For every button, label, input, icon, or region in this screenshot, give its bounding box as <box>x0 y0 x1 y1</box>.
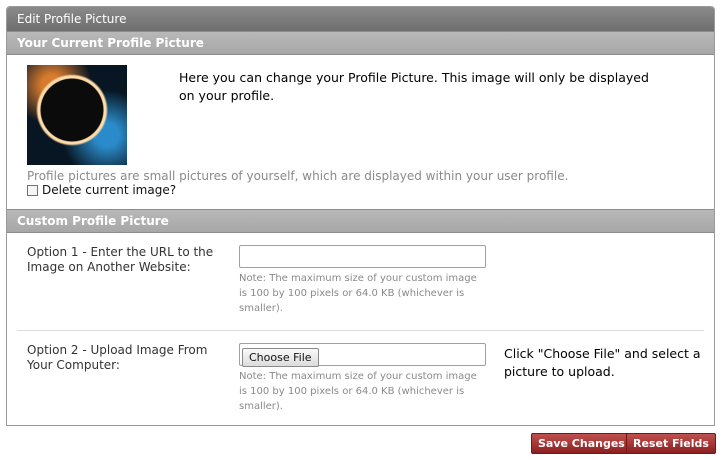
option2-size-note: Note: The maximum size of your custom im… <box>239 371 477 412</box>
delete-image-checkbox[interactable] <box>27 184 38 196</box>
option1-row: Option 1 - Enter the URL to the Image on… <box>17 233 704 331</box>
delete-image-row[interactable]: Delete current image? <box>27 183 176 197</box>
option2-row: Option 2 - Upload Image From Your Comput… <box>17 331 704 425</box>
profile-picture-image <box>27 65 127 165</box>
save-changes-button[interactable]: Save Changes <box>531 433 632 454</box>
image-url-input[interactable] <box>239 245 486 268</box>
profile-picture-note: Profile pictures are small pictures of y… <box>27 169 569 183</box>
file-upload-field[interactable]: Choose File <box>239 343 486 367</box>
option1-size-note: Note: The maximum size of your custom im… <box>239 273 477 314</box>
reset-fields-button[interactable]: Reset Fields <box>626 433 716 454</box>
profile-picture-description: Here you can change your Profile Picture… <box>179 70 649 103</box>
current-picture-section: Here you can change your Profile Picture… <box>7 55 714 209</box>
upload-hint: Click "Choose File" and select a picture… <box>504 346 701 379</box>
current-picture-heading: Your Current Profile Picture <box>7 31 714 55</box>
edit-profile-picture-panel: Edit Profile Picture Your Current Profil… <box>6 6 715 426</box>
custom-picture-heading: Custom Profile Picture <box>7 209 714 233</box>
delete-image-label: Delete current image? <box>42 183 177 197</box>
option2-label: Option 2 - Upload Image From Your Comput… <box>27 343 208 372</box>
choose-file-button[interactable]: Choose File <box>242 348 319 367</box>
panel-title: Edit Profile Picture <box>7 7 714 31</box>
option1-label: Option 1 - Enter the URL to the Image on… <box>27 245 214 274</box>
